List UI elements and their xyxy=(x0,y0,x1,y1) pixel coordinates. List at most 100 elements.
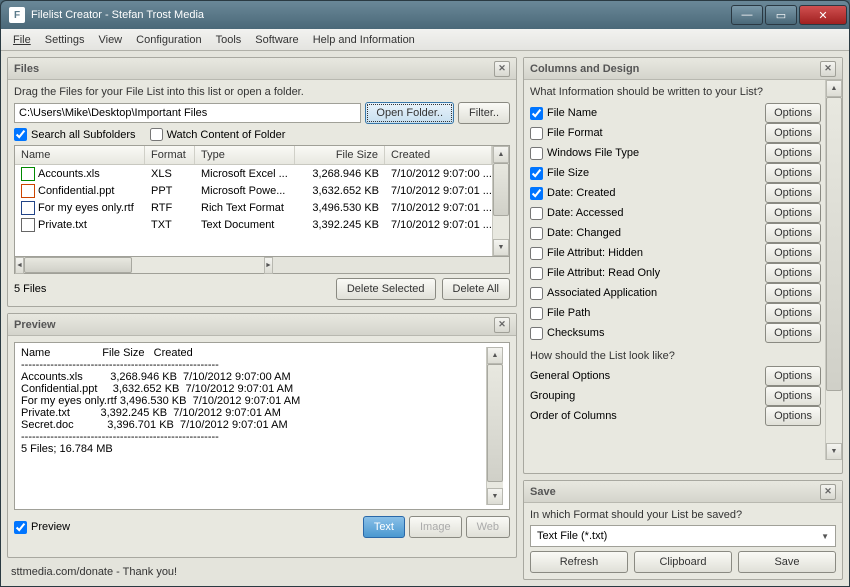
preview-text-button[interactable]: Text xyxy=(363,516,405,538)
column-label: File Format xyxy=(547,127,603,139)
save-panel: Save ✕ In which Format should your List … xyxy=(523,480,843,580)
col-format[interactable]: Format xyxy=(145,146,195,164)
cell-size: 3,392.245 KB xyxy=(295,218,385,232)
cell-format: TXT xyxy=(145,218,195,232)
extra-label: Grouping xyxy=(530,390,761,402)
refresh-button[interactable]: Refresh xyxy=(530,551,628,573)
file-icon xyxy=(21,167,35,181)
files-hscrollbar[interactable]: ◄ ► xyxy=(14,257,510,274)
cell-name: Private.txt xyxy=(38,219,87,231)
column-checkbox[interactable]: File Attribut: Read Only xyxy=(530,267,761,280)
options-button[interactable]: Options xyxy=(765,123,821,143)
options-button[interactable]: Options xyxy=(765,283,821,303)
table-row[interactable]: Confidential.pptPPTMicrosoft Powe...3,63… xyxy=(15,182,492,199)
columns-close-icon[interactable]: ✕ xyxy=(820,61,836,77)
column-checkbox[interactable]: File Attribut: Hidden xyxy=(530,247,761,260)
col-created[interactable]: Created xyxy=(385,146,492,164)
column-checkbox[interactable]: Windows File Type xyxy=(530,147,761,160)
column-label: File Size xyxy=(547,167,589,179)
watch-folder-checkbox[interactable]: Watch Content of Folder xyxy=(150,128,286,141)
clipboard-button[interactable]: Clipboard xyxy=(634,551,732,573)
preview-textbox[interactable]: Name File Size Created -----------------… xyxy=(14,342,510,510)
table-row[interactable]: For my eyes only.rtfRTFRich Text Format3… xyxy=(15,199,492,216)
scroll-left-icon[interactable]: ◄ xyxy=(15,257,24,274)
preview-panel: Preview ✕ Name File Size Created -------… xyxy=(7,313,517,558)
cell-name: Confidential.ppt xyxy=(38,185,114,197)
filter-button[interactable]: Filter.. xyxy=(458,102,510,124)
app-window: F Filelist Creator - Stefan Trost Media … xyxy=(0,0,850,587)
menu-configuration[interactable]: Configuration xyxy=(130,32,207,48)
chevron-down-icon: ▼ xyxy=(821,532,829,541)
columns-vscrollbar[interactable]: ▲▼ xyxy=(825,80,842,460)
column-checkbox[interactable]: File Name xyxy=(530,107,761,120)
close-button[interactable]: ✕ xyxy=(799,5,847,25)
preview-web-button[interactable]: Web xyxy=(466,516,510,538)
delete-all-button[interactable]: Delete All xyxy=(442,278,510,300)
minimize-button[interactable]: — xyxy=(731,5,763,25)
menu-tools[interactable]: Tools xyxy=(210,32,248,48)
options-button[interactable]: Options xyxy=(765,183,821,203)
column-label: File Name xyxy=(547,107,597,119)
save-button[interactable]: Save xyxy=(738,551,836,573)
options-button[interactable]: Options xyxy=(765,323,821,343)
col-name[interactable]: Name xyxy=(15,146,145,164)
scroll-right-icon[interactable]: ► xyxy=(264,257,273,274)
open-folder-button[interactable]: Open Folder.. xyxy=(365,102,454,124)
preview-vscrollbar[interactable]: ▲▼ xyxy=(486,347,503,505)
options-button[interactable]: Options xyxy=(765,163,821,183)
options-button[interactable]: Options xyxy=(765,366,821,386)
options-button[interactable]: Options xyxy=(765,143,821,163)
delete-selected-button[interactable]: Delete Selected xyxy=(336,278,436,300)
menu-help[interactable]: Help and Information xyxy=(307,32,421,48)
file-table: Name Format Type File Size Created Accou… xyxy=(14,145,510,257)
options-button[interactable]: Options xyxy=(765,386,821,406)
maximize-button[interactable]: ▭ xyxy=(765,5,797,25)
files-vscrollbar[interactable]: ▲ ▼ xyxy=(492,146,509,256)
cell-created: 7/10/2012 9:07:01 ... xyxy=(385,184,492,198)
options-button[interactable]: Options xyxy=(765,243,821,263)
scroll-down-icon[interactable]: ▼ xyxy=(493,239,509,256)
preview-checkbox[interactable]: Preview xyxy=(14,521,70,534)
col-size[interactable]: File Size xyxy=(295,146,385,164)
menu-view[interactable]: View xyxy=(92,32,128,48)
preview-close-icon[interactable]: ✕ xyxy=(494,317,510,333)
column-label: File Path xyxy=(547,307,590,319)
menu-file[interactable]: File xyxy=(7,32,37,48)
table-header: Name Format Type File Size Created xyxy=(15,146,492,165)
column-checkbox[interactable]: Date: Created xyxy=(530,187,761,200)
column-checkbox[interactable]: File Size xyxy=(530,167,761,180)
column-checkbox[interactable]: File Path xyxy=(530,307,761,320)
options-button[interactable]: Options xyxy=(765,103,821,123)
files-panel: Files ✕ Drag the Files for your File Lis… xyxy=(7,57,517,307)
search-subfolders-checkbox[interactable]: Search all Subfolders xyxy=(14,128,136,141)
files-close-icon[interactable]: ✕ xyxy=(494,61,510,77)
file-icon xyxy=(21,184,35,198)
column-checkbox[interactable]: Associated Application xyxy=(530,287,761,300)
extra-label: Order of Columns xyxy=(530,410,761,422)
save-format-select[interactable]: Text File (*.txt) ▼ xyxy=(530,525,836,547)
save-close-icon[interactable]: ✕ xyxy=(820,484,836,500)
preview-image-button[interactable]: Image xyxy=(409,516,462,538)
titlebar[interactable]: F Filelist Creator - Stefan Trost Media … xyxy=(1,1,849,29)
table-row[interactable]: Accounts.xlsXLSMicrosoft Excel ...3,268.… xyxy=(15,165,492,182)
files-title: Files xyxy=(14,63,39,75)
col-type[interactable]: Type xyxy=(195,146,295,164)
table-row[interactable]: Private.txtTXTText Document3,392.245 KB7… xyxy=(15,216,492,233)
menu-settings[interactable]: Settings xyxy=(39,32,91,48)
options-button[interactable]: Options xyxy=(765,203,821,223)
column-label: Date: Accessed xyxy=(547,207,623,219)
column-checkbox[interactable]: Date: Changed xyxy=(530,227,761,240)
folder-path-input[interactable] xyxy=(14,103,361,123)
cell-type: Rich Text Format xyxy=(195,201,295,215)
options-button[interactable]: Options xyxy=(765,406,821,426)
columns-panel: Columns and Design ✕ What Information sh… xyxy=(523,57,843,474)
column-checkbox[interactable]: Checksums xyxy=(530,327,761,340)
column-checkbox[interactable]: File Format xyxy=(530,127,761,140)
menu-software[interactable]: Software xyxy=(249,32,304,48)
options-button[interactable]: Options xyxy=(765,223,821,243)
column-checkbox[interactable]: Date: Accessed xyxy=(530,207,761,220)
options-button[interactable]: Options xyxy=(765,303,821,323)
options-button[interactable]: Options xyxy=(765,263,821,283)
scroll-up-icon[interactable]: ▲ xyxy=(493,146,509,163)
cell-type: Text Document xyxy=(195,218,295,232)
